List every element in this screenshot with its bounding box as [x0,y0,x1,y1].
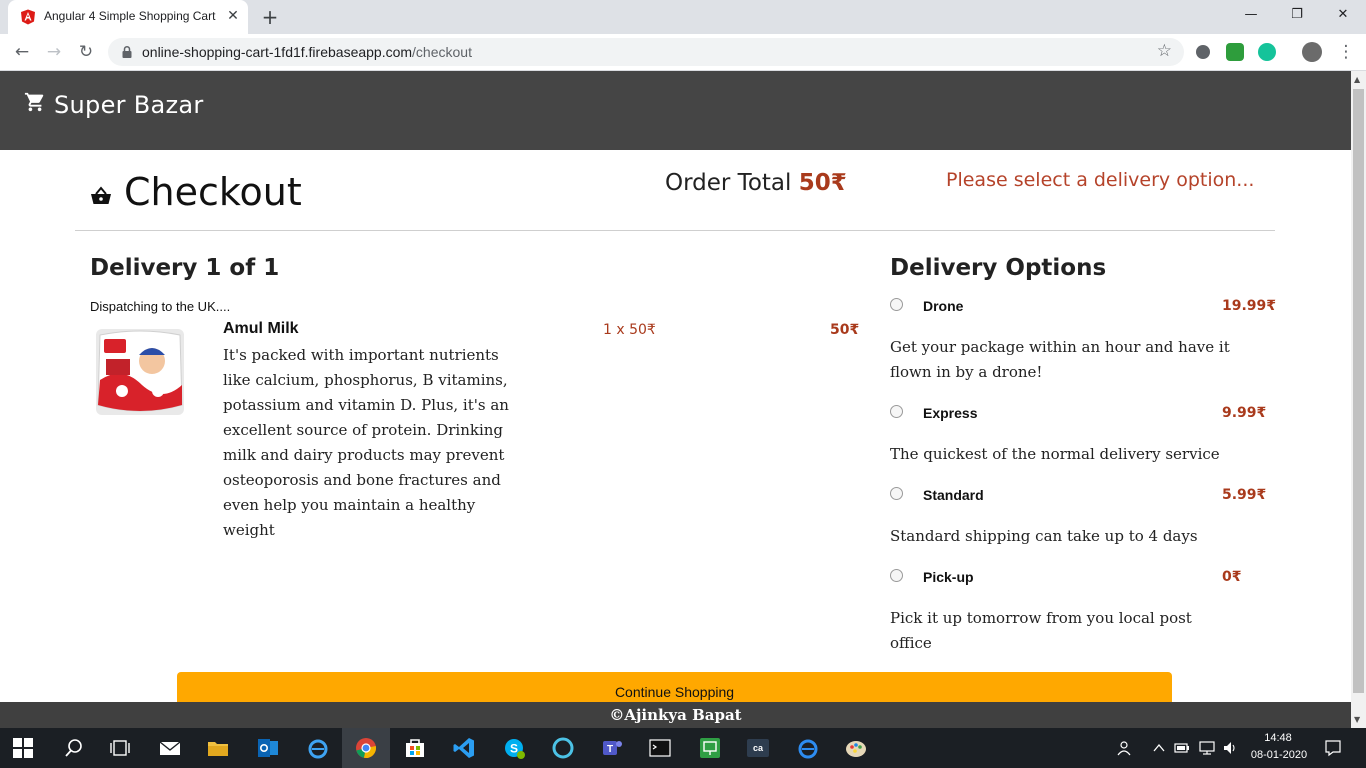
windows-taskbar: S T ca 14:48 08-01-2020 [0,728,1366,768]
order-total-value: 50₹ [798,170,847,196]
svg-text:T: T [607,744,613,755]
tab-close-icon[interactable]: ✕ [224,7,242,25]
battery-icon[interactable] [1174,740,1190,756]
back-arrow-icon[interactable]: ← [10,40,34,64]
address-bar[interactable]: online-shopping-cart-1fd1f.firebaseapp.c… [108,38,1184,66]
divider [75,230,1275,231]
option-price: 5.99₹ [1222,487,1267,503]
order-total: Order Total 50₹ [665,170,847,196]
bookmark-star-icon[interactable]: ☆ [1157,41,1172,61]
svg-text:S: S [510,742,518,756]
store-icon[interactable] [403,736,427,760]
scroll-up-arrow-icon[interactable]: ▲ [1354,75,1360,84]
continue-shopping-button[interactable]: Continue Shopping [177,672,1172,702]
new-tab-button[interactable]: + [258,5,282,29]
browser-tab[interactable]: Angular 4 Simple Shopping Cart ✕ [8,0,248,34]
brand-title[interactable]: Super Bazar [54,91,204,119]
cortana-icon[interactable] [551,736,575,760]
radio-standard[interactable] [890,487,903,500]
delivery-options-heading: Delivery Options [890,255,1107,281]
option-price: 9.99₹ [1222,405,1267,421]
order-total-label: Order Total [665,170,792,196]
chrome-icon[interactable] [354,736,378,760]
option-name: Standard [923,487,984,503]
product-image [96,329,184,415]
app-navbar: Super Bazar [0,71,1351,150]
internet-explorer-icon[interactable] [306,736,330,760]
menu-kebab-icon[interactable]: ⋮ [1334,40,1358,64]
browser-toolbar: ← → ↻ online-shopping-cart-1fd1f.firebas… [0,34,1366,71]
radio-drone[interactable] [890,298,903,311]
line-total: 50₹ [830,322,860,338]
notification-icon[interactable] [1324,739,1342,757]
option-price: 0₹ [1222,569,1242,585]
outlook-icon[interactable] [256,736,280,760]
taskbar-date[interactable]: 08-01-2020 [1244,749,1314,761]
vscode-icon[interactable] [452,736,476,760]
url-host: online-shopping-cart-1fd1f.firebaseapp.c… [142,44,413,60]
window-maximize-button[interactable]: ❐ [1274,0,1320,30]
tab-title: Angular 4 Simple Shopping Cart [44,9,216,23]
option-description: Get your package within an hour and have… [890,338,1230,381]
paint-icon[interactable] [844,736,868,760]
shopping-basket-icon [91,186,111,204]
option-name: Pick-up [923,569,974,585]
edge-icon[interactable] [796,736,820,760]
option-name: Drone [923,298,964,314]
angular-logo-icon [21,9,35,25]
remote-desktop-icon[interactable] [698,736,722,760]
page-title: Checkout [124,170,302,214]
page-scrollbar[interactable]: ▲ ▼ [1351,71,1366,728]
dispatch-note: Dispatching to the UK.... [90,299,231,314]
task-view-icon[interactable] [108,736,132,760]
chevron-up-icon[interactable] [1152,741,1166,755]
delivery-heading: Delivery 1 of 1 [90,255,280,281]
url-text: online-shopping-cart-1fd1f.firebaseapp.c… [142,44,472,60]
people-icon[interactable] [1116,739,1134,757]
skype-icon[interactable]: S [502,736,526,760]
grammarly-icon[interactable] [1258,43,1276,61]
search-icon[interactable] [62,736,86,760]
option-description: Standard shipping can take up to 4 days [890,527,1198,545]
cors-extension-icon[interactable] [1226,43,1244,61]
quantity-price: 1 x 50₹ [603,322,656,338]
option-price: 19.99₹ [1222,298,1277,314]
terminal-icon[interactable] [648,736,672,760]
shopping-cart-icon [24,92,44,112]
forward-arrow-icon[interactable]: → [42,40,66,64]
scroll-down-arrow-icon[interactable]: ▼ [1354,715,1360,724]
option-name: Express [923,405,978,421]
delivery-warning: Please select a delivery option... [946,169,1255,191]
scrollbar-thumb[interactable] [1353,89,1364,693]
volume-icon[interactable] [1222,740,1238,756]
product-name: Amul Milk [223,320,299,337]
window-minimize-button[interactable]: — [1228,0,1274,30]
browser-tab-strip: Angular 4 Simple Shopping Cart ✕ + — ❐ ✕ [0,0,1366,34]
option-description: Pick it up tomorrow from you local post … [890,609,1192,652]
option-description: The quickest of the normal delivery serv… [890,445,1220,463]
teams-icon[interactable]: T [600,736,624,760]
mail-icon[interactable] [158,736,182,760]
footer-copyright: ©Ajinkya Bapat [609,706,742,724]
windows-start-icon[interactable] [13,738,33,758]
file-explorer-icon[interactable] [206,736,230,760]
radio-pickup[interactable] [890,569,903,582]
radio-express[interactable] [890,405,903,418]
svg-text:ca: ca [753,743,764,753]
lock-icon [122,45,132,58]
product-description: It's packed with important nutrients lik… [223,346,509,539]
extension-circle-icon[interactable] [1196,45,1210,59]
window-close-button[interactable]: ✕ [1320,0,1366,30]
reload-icon[interactable]: ↻ [74,40,98,64]
network-icon[interactable] [1198,740,1216,756]
url-path: /checkout [412,44,472,60]
ca-app-icon[interactable]: ca [746,736,770,760]
profile-avatar[interactable] [1302,42,1322,62]
page-footer: ©Ajinkya Bapat [0,702,1351,728]
taskbar-time[interactable]: 14:48 [1248,732,1308,744]
